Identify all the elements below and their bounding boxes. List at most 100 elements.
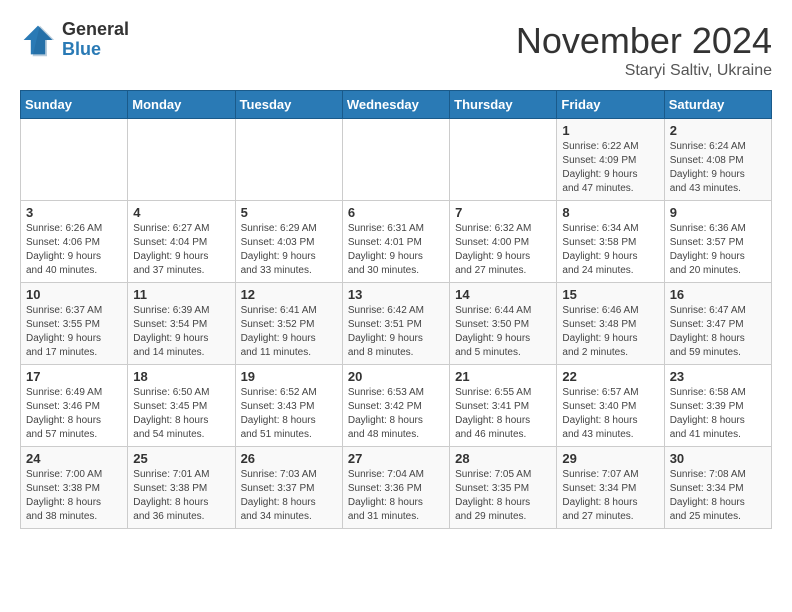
header-friday: Friday: [557, 91, 664, 119]
calendar-cell: 15 Sunrise: 6:46 AM Sunset: 3:48 PM Dayli…: [557, 283, 664, 365]
calendar-cell: 12 Sunrise: 6:41 AM Sunset: 3:52 PM Dayli…: [235, 283, 342, 365]
calendar-cell: 22 Sunrise: 6:57 AM Sunset: 3:40 PM Dayli…: [557, 365, 664, 447]
day-info: Sunrise: 7:07 AM Sunset: 3:34 PM Dayligh…: [562, 468, 658, 524]
calendar-cell: 10 Sunrise: 6:37 AM Sunset: 3:55 PM Dayli…: [21, 283, 128, 365]
calendar-header-row: SundayMondayTuesdayWednesdayThursdayFrid…: [21, 91, 772, 119]
calendar-cell: 19Sunrise: 6:52 AM Sunset: 3:43 PM Dayli…: [235, 365, 342, 447]
day-info: Sunrise: 6:26 AM Sunset: 4:06 PM Dayligh…: [26, 222, 122, 278]
logo-icon: [20, 22, 56, 58]
day-info: Sunrise: 6:50 AM Sunset: 3:45 PM Dayligh…: [133, 386, 229, 442]
day-info: Sunrise: 6:37 AM Sunset: 3:55 PM Dayligh…: [26, 304, 122, 360]
day-info: Sunrise: 6:55 AM Sunset: 3:41 PM Dayligh…: [455, 386, 551, 442]
day-number: 28: [455, 451, 551, 466]
day-number: 7: [455, 205, 551, 220]
day-info: Sunrise: 7:08 AM Sunset: 3:34 PM Dayligh…: [670, 468, 766, 524]
logo-blue: Blue: [62, 40, 129, 60]
day-number: 4: [133, 205, 229, 220]
day-info: Sunrise: 6:39 AM Sunset: 3:54 PM Dayligh…: [133, 304, 229, 360]
day-number: 12: [241, 287, 337, 302]
calendar-cell: 8 Sunrise: 6:34 AM Sunset: 3:58 PM Daylig…: [557, 201, 664, 283]
day-number: 9: [670, 205, 766, 220]
calendar-cell: 16 Sunrise: 6:47 AM Sunset: 3:47 PM Dayli…: [664, 283, 771, 365]
day-number: 26: [241, 451, 337, 466]
day-number: 14: [455, 287, 551, 302]
day-info: Sunrise: 6:49 AM Sunset: 3:46 PM Dayligh…: [26, 386, 122, 442]
day-info: Sunrise: 7:03 AM Sunset: 3:37 PM Dayligh…: [241, 468, 337, 524]
calendar-cell: 25 Sunrise: 7:01 AM Sunset: 3:38 PM Dayli…: [128, 447, 235, 529]
day-number: 27: [348, 451, 444, 466]
day-number: 10: [26, 287, 122, 302]
day-number: 30: [670, 451, 766, 466]
day-number: 6: [348, 205, 444, 220]
day-info: Sunrise: 6:47 AM Sunset: 3:47 PM Dayligh…: [670, 304, 766, 360]
day-info: Sunrise: 6:34 AM Sunset: 3:58 PM Dayligh…: [562, 222, 658, 278]
day-info: Sunrise: 6:32 AM Sunset: 4:00 PM Dayligh…: [455, 222, 551, 278]
calendar-cell: 18 Sunrise: 6:50 AM Sunset: 3:45 PM Dayli…: [128, 365, 235, 447]
day-number: 18: [133, 369, 229, 384]
header-thursday: Thursday: [450, 91, 557, 119]
day-info: Sunrise: 6:53 AM Sunset: 3:42 PM Dayligh…: [348, 386, 444, 442]
day-number: 21: [455, 369, 551, 384]
day-number: 24: [26, 451, 122, 466]
day-info: Sunrise: 6:44 AM Sunset: 3:50 PM Dayligh…: [455, 304, 551, 360]
day-info: Sunrise: 6:42 AM Sunset: 3:51 PM Dayligh…: [348, 304, 444, 360]
day-number: 5: [241, 205, 337, 220]
day-number: 13: [348, 287, 444, 302]
day-number: 2: [670, 123, 766, 138]
calendar-week-4: 17Sunrise: 6:49 AM Sunset: 3:46 PM Dayli…: [21, 365, 772, 447]
day-info: Sunrise: 7:04 AM Sunset: 3:36 PM Dayligh…: [348, 468, 444, 524]
calendar-cell: 5 Sunrise: 6:29 AM Sunset: 4:03 PM Daylig…: [235, 201, 342, 283]
calendar-cell: 13 Sunrise: 6:42 AM Sunset: 3:51 PM Dayli…: [342, 283, 449, 365]
day-info: Sunrise: 6:46 AM Sunset: 3:48 PM Dayligh…: [562, 304, 658, 360]
calendar-cell: 29Sunrise: 7:07 AM Sunset: 3:34 PM Dayli…: [557, 447, 664, 529]
calendar-cell: 23Sunrise: 6:58 AM Sunset: 3:39 PM Dayli…: [664, 365, 771, 447]
calendar-week-3: 10 Sunrise: 6:37 AM Sunset: 3:55 PM Dayli…: [21, 283, 772, 365]
month-title: November 2024: [516, 20, 772, 62]
day-info: Sunrise: 6:22 AM Sunset: 4:09 PM Dayligh…: [562, 140, 658, 196]
day-number: 25: [133, 451, 229, 466]
day-number: 20: [348, 369, 444, 384]
logo-general: General: [62, 20, 129, 40]
day-info: Sunrise: 7:00 AM Sunset: 3:38 PM Dayligh…: [26, 468, 122, 524]
calendar-cell: [128, 119, 235, 201]
calendar-cell: 17Sunrise: 6:49 AM Sunset: 3:46 PM Dayli…: [21, 365, 128, 447]
calendar-cell: [21, 119, 128, 201]
calendar-cell: 1Sunrise: 6:22 AM Sunset: 4:09 PM Daylig…: [557, 119, 664, 201]
day-number: 16: [670, 287, 766, 302]
day-number: 3: [26, 205, 122, 220]
calendar-cell: 2Sunrise: 6:24 AM Sunset: 4:08 PM Daylig…: [664, 119, 771, 201]
header-tuesday: Tuesday: [235, 91, 342, 119]
day-number: 19: [241, 369, 337, 384]
day-number: 22: [562, 369, 658, 384]
page-header: General Blue November 2024 Staryi Saltiv…: [20, 20, 772, 80]
day-info: Sunrise: 6:31 AM Sunset: 4:01 PM Dayligh…: [348, 222, 444, 278]
calendar-week-2: 3 Sunrise: 6:26 AM Sunset: 4:06 PM Daylig…: [21, 201, 772, 283]
day-number: 15: [562, 287, 658, 302]
calendar-cell: 26 Sunrise: 7:03 AM Sunset: 3:37 PM Dayli…: [235, 447, 342, 529]
calendar-cell: [342, 119, 449, 201]
calendar-table: SundayMondayTuesdayWednesdayThursdayFrid…: [20, 90, 772, 529]
day-number: 23: [670, 369, 766, 384]
calendar-cell: 3 Sunrise: 6:26 AM Sunset: 4:06 PM Daylig…: [21, 201, 128, 283]
day-info: Sunrise: 6:36 AM Sunset: 3:57 PM Dayligh…: [670, 222, 766, 278]
day-number: 11: [133, 287, 229, 302]
header-wednesday: Wednesday: [342, 91, 449, 119]
header-sunday: Sunday: [21, 91, 128, 119]
header-monday: Monday: [128, 91, 235, 119]
calendar-cell: 4Sunrise: 6:27 AM Sunset: 4:04 PM Daylig…: [128, 201, 235, 283]
calendar-cell: 28Sunrise: 7:05 AM Sunset: 3:35 PM Dayli…: [450, 447, 557, 529]
day-info: Sunrise: 7:01 AM Sunset: 3:38 PM Dayligh…: [133, 468, 229, 524]
day-info: Sunrise: 6:57 AM Sunset: 3:40 PM Dayligh…: [562, 386, 658, 442]
location: Staryi Saltiv, Ukraine: [516, 62, 772, 80]
day-info: Sunrise: 6:29 AM Sunset: 4:03 PM Dayligh…: [241, 222, 337, 278]
calendar-cell: 24 Sunrise: 7:00 AM Sunset: 3:38 PM Dayli…: [21, 447, 128, 529]
calendar-cell: 6 Sunrise: 6:31 AM Sunset: 4:01 PM Daylig…: [342, 201, 449, 283]
calendar-cell: [235, 119, 342, 201]
logo-text: General Blue: [62, 20, 129, 60]
calendar-cell: [450, 119, 557, 201]
calendar-cell: 27 Sunrise: 7:04 AM Sunset: 3:36 PM Dayli…: [342, 447, 449, 529]
calendar-cell: 21 Sunrise: 6:55 AM Sunset: 3:41 PM Dayli…: [450, 365, 557, 447]
day-number: 8: [562, 205, 658, 220]
calendar-week-1: 1Sunrise: 6:22 AM Sunset: 4:09 PM Daylig…: [21, 119, 772, 201]
day-info: Sunrise: 6:41 AM Sunset: 3:52 PM Dayligh…: [241, 304, 337, 360]
